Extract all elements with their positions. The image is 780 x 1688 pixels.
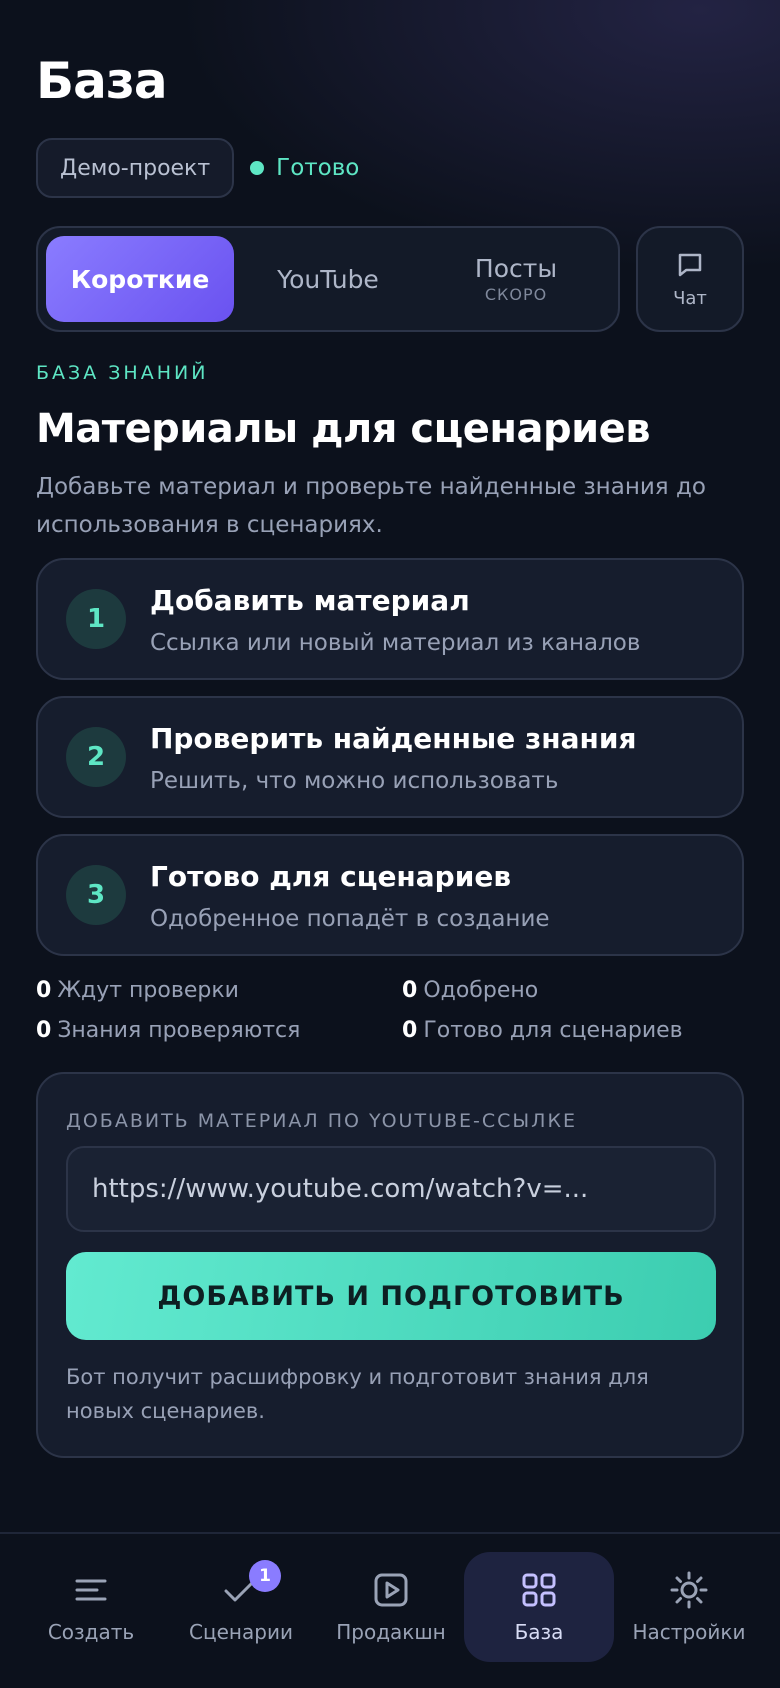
tab-youtube[interactable]: YouTube (234, 236, 422, 322)
tab-shorts[interactable]: Короткие (46, 236, 234, 322)
project-selector[interactable]: Демо-проект (36, 138, 235, 198)
scenarios-count-badge: 1 (249, 1560, 281, 1592)
nav-item-production[interactable]: Продакшн (316, 1552, 466, 1662)
status-text: Готово (276, 155, 360, 181)
tab-posts[interactable]: Посты СКОРО (422, 236, 610, 322)
form-label: ДОБАВИТЬ МАТЕРИАЛ ПО YOUTUBE-ССЫЛКЕ (66, 1110, 577, 1132)
status-dot-icon (250, 161, 265, 175)
stat-label: Одобрено (423, 978, 539, 1003)
form-note: Бот получит расшифровку и подготовит зна… (66, 1365, 649, 1423)
format-tabs: Короткие YouTube Посты СКОРО (36, 226, 620, 332)
step-card-add-material[interactable]: 1 Добавить материал Ссылка или новый мат… (36, 558, 744, 680)
project-row: Демо-проект Готово (36, 138, 359, 198)
chat-button[interactable]: Чат (636, 226, 744, 332)
nav-label: База (514, 1620, 564, 1644)
tab-label: YouTube (277, 264, 379, 294)
section-eyebrow: БАЗА ЗНАНИЙ (36, 362, 209, 384)
step-number: 3 (66, 865, 126, 925)
sun-settings-icon (669, 1570, 709, 1610)
step-subtitle: Одобренное попадёт в создание (150, 906, 550, 932)
project-status: Готово (250, 155, 359, 181)
stat-pending-review: 0 Ждут проверки (36, 978, 239, 1003)
page-title: База (36, 52, 168, 110)
nav-item-scenarios[interactable]: 1 Сценарии (166, 1552, 316, 1662)
step-card-ready[interactable]: 3 Готово для сценариев Одобренное попадё… (36, 834, 744, 956)
stat-approved: 0 Одобрено (402, 978, 538, 1003)
checkmark-icon: 1 (221, 1560, 281, 1610)
stat-label: Готово для сценариев (423, 1018, 683, 1043)
nav-label: Создать (47, 1620, 135, 1644)
step-title: Готово для сценариев (150, 860, 512, 893)
step-number: 1 (66, 589, 126, 649)
nav-item-settings[interactable]: Настройки (614, 1552, 764, 1662)
tab-coming-soon-label: СКОРО (484, 285, 548, 304)
stat-label: Ждут проверки (57, 978, 239, 1003)
youtube-link-form: ДОБАВИТЬ МАТЕРИАЛ ПО YOUTUBE-ССЫЛКЕ ДОБА… (36, 1072, 744, 1458)
section-description: Добавьте материал и проверьте найденные … (36, 474, 706, 538)
stat-value: 0 (36, 1018, 52, 1043)
add-and-prepare-button[interactable]: ДОБАВИТЬ И ПОДГОТОВИТЬ (66, 1252, 716, 1340)
bottom-navigation: Создать 1 Сценарии Продакшн База Настрой… (0, 1532, 780, 1688)
youtube-url-input[interactable] (66, 1146, 716, 1232)
play-icon (371, 1570, 411, 1610)
step-subtitle: Решить, что можно использовать (150, 768, 559, 794)
section-title: Материалы для сценариев (36, 406, 651, 452)
stat-label: Знания проверяются (57, 1018, 301, 1043)
stat-checking: 0 Знания проверяются (36, 1018, 300, 1043)
create-lines-icon (71, 1570, 111, 1610)
stat-value: 0 (36, 978, 52, 1003)
chat-bubble-icon (678, 253, 702, 276)
step-number: 2 (66, 727, 126, 787)
grid-icon (519, 1570, 559, 1610)
step-title: Проверить найденные знания (150, 722, 637, 755)
nav-label: Настройки (632, 1620, 746, 1644)
step-subtitle: Ссылка или новый материал из каналов (150, 630, 641, 656)
stat-value: 0 (402, 978, 418, 1003)
step-card-review-knowledge[interactable]: 2 Проверить найденные знания Решить, что… (36, 696, 744, 818)
stat-ready: 0 Готово для сценариев (402, 1018, 683, 1043)
tab-label: Посты (474, 254, 558, 283)
tab-label: Короткие (70, 264, 210, 294)
nav-label: Сценарии (189, 1620, 293, 1644)
chat-label: Чат (673, 287, 707, 309)
stat-value: 0 (402, 1018, 418, 1043)
nav-item-create[interactable]: Создать (16, 1552, 166, 1662)
nav-label: Продакшн (336, 1620, 446, 1644)
step-title: Добавить материал (150, 584, 470, 617)
nav-item-base[interactable]: База (464, 1552, 614, 1662)
